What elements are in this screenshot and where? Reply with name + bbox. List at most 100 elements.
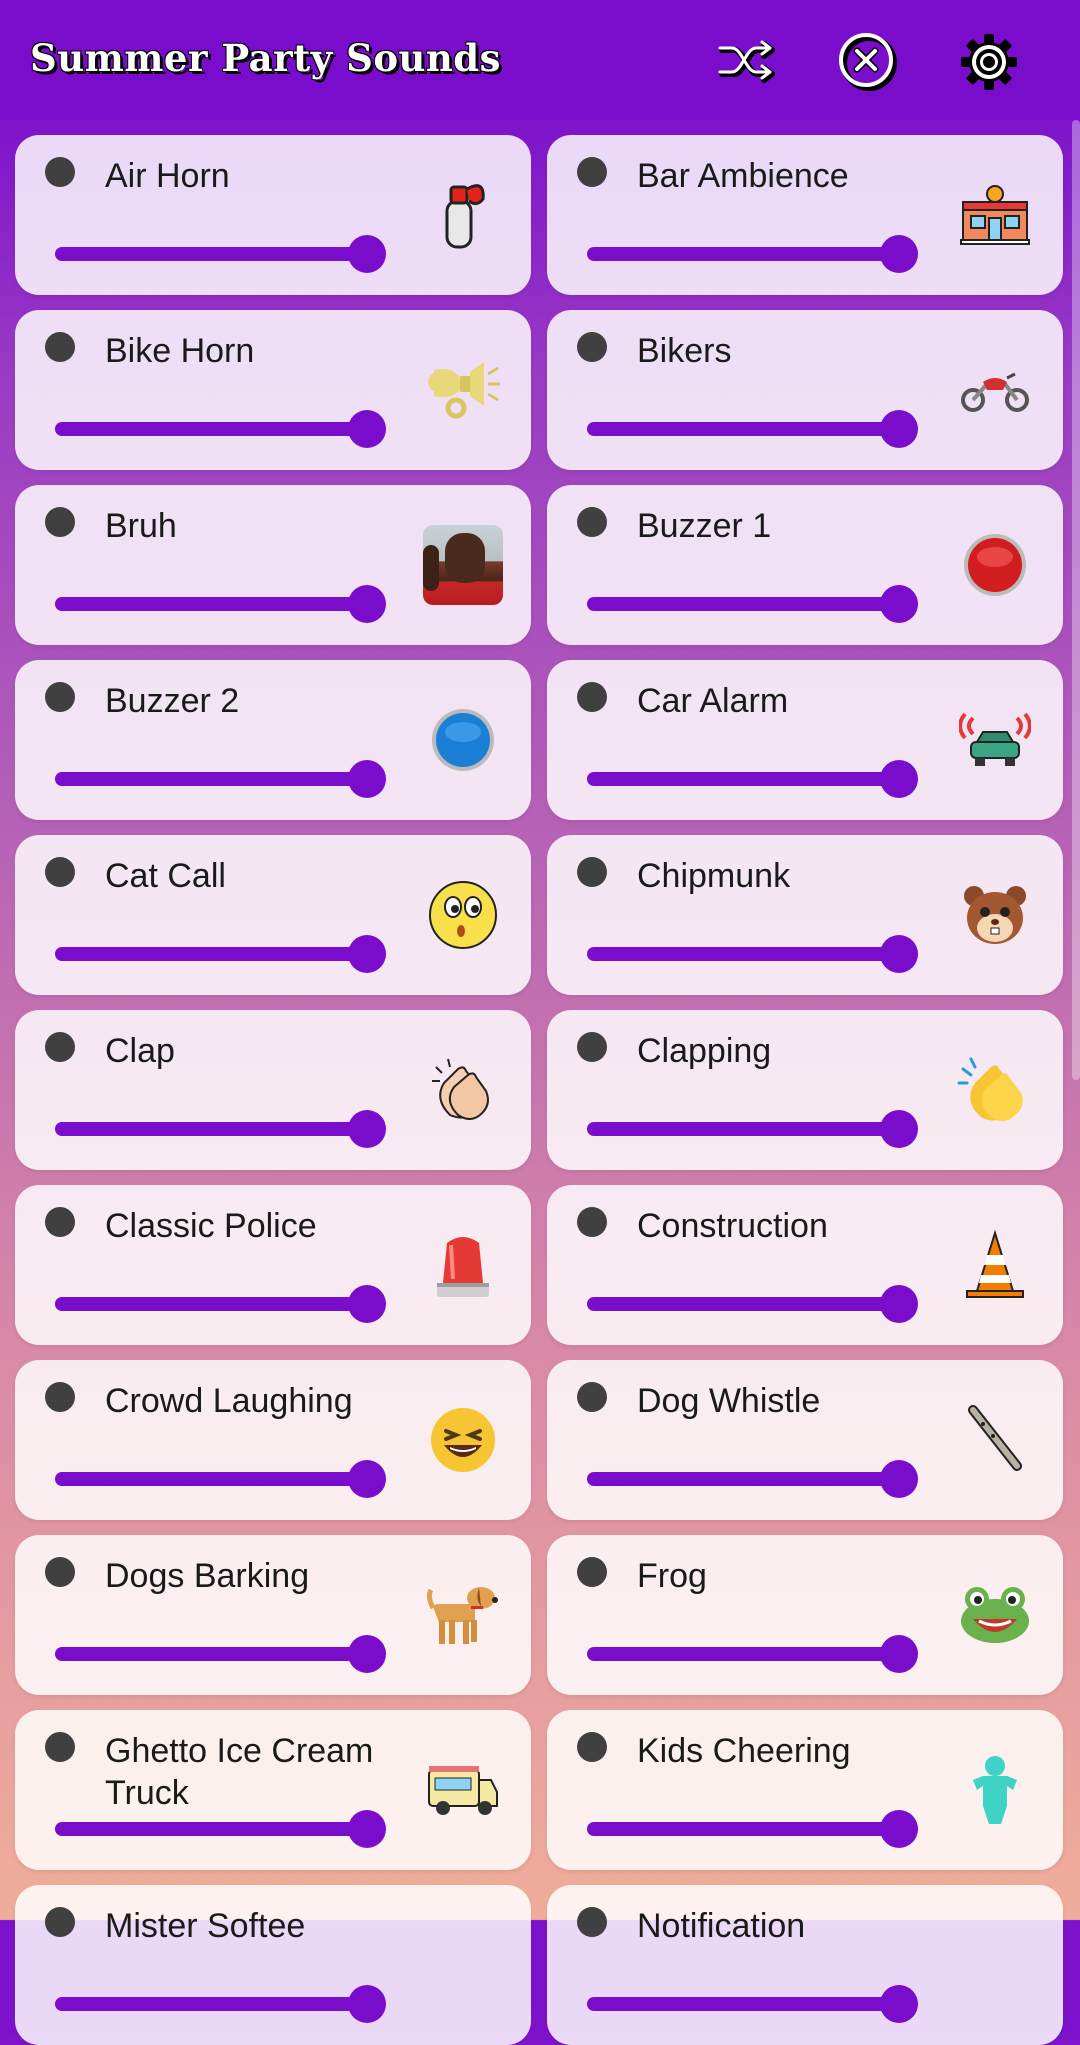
sound-card[interactable]: Air Horn [15,135,531,295]
volume-slider[interactable] [587,947,899,961]
sound-card[interactable]: Classic Police [15,1185,531,1345]
sound-card[interactable]: Clap [15,1010,531,1170]
sound-label: Clap [105,1032,175,1070]
playing-indicator [577,857,607,887]
sound-card[interactable]: Mister Softee [15,1885,531,2045]
bike-horn-icon [423,350,503,430]
playing-indicator [45,507,75,537]
sound-label: Dog Whistle [637,1382,821,1420]
playing-indicator [577,1032,607,1062]
sound-card[interactable]: Bar Ambience [547,135,1063,295]
playing-indicator [45,1732,75,1762]
sound-card[interactable]: Car Alarm [547,660,1063,820]
volume-slider[interactable] [55,947,367,961]
sound-label: Classic Police [105,1207,317,1245]
volume-slider-thumb[interactable] [348,935,386,973]
sound-label: Construction [637,1207,828,1245]
sound-label: Kids Cheering [637,1732,851,1770]
volume-slider[interactable] [55,772,367,786]
volume-slider-thumb[interactable] [880,1110,918,1148]
volume-slider[interactable] [587,422,899,436]
volume-slider-thumb[interactable] [348,760,386,798]
volume-slider-thumb[interactable] [348,1810,386,1848]
police-siren-icon [423,1225,503,1305]
volume-slider-thumb[interactable] [880,410,918,448]
playing-indicator [45,857,75,887]
shuffle-button[interactable] [714,28,782,96]
volume-slider-thumb[interactable] [348,585,386,623]
sound-card[interactable]: Notification [547,1885,1063,2045]
volume-slider[interactable] [587,1472,899,1486]
volume-slider[interactable] [55,597,367,611]
volume-slider-thumb[interactable] [880,760,918,798]
sound-card[interactable]: Bikers [547,310,1063,470]
sound-card[interactable]: Bruh [15,485,531,645]
playing-indicator [577,1382,607,1412]
scrollbar[interactable] [1072,120,1080,1080]
volume-slider[interactable] [587,1122,899,1136]
volume-slider[interactable] [55,1997,367,2011]
volume-slider[interactable] [55,1822,367,1836]
volume-slider-thumb[interactable] [348,1285,386,1323]
sound-label: Bar Ambience [637,157,849,195]
volume-slider[interactable] [587,772,899,786]
volume-slider-thumb[interactable] [880,1810,918,1848]
volume-slider-thumb[interactable] [880,1635,918,1673]
chipmunk-icon [955,875,1035,955]
volume-slider[interactable] [55,1297,367,1311]
sound-card[interactable]: Chipmunk [547,835,1063,995]
clap-hands-icon [423,1050,503,1130]
sound-card[interactable]: Dog Whistle [547,1360,1063,1520]
sound-card[interactable]: Cat Call [15,835,531,995]
car-alarm-icon [955,700,1035,780]
volume-slider[interactable] [55,247,367,261]
volume-slider[interactable] [587,1647,899,1661]
settings-button[interactable] [955,28,1023,96]
volume-slider-thumb[interactable] [348,1460,386,1498]
sound-card[interactable]: Clapping [547,1010,1063,1170]
volume-slider-thumb[interactable] [880,935,918,973]
volume-slider[interactable] [55,1122,367,1136]
volume-slider[interactable] [587,1297,899,1311]
ice-cream-truck-icon [423,1750,503,1830]
volume-slider-thumb[interactable] [880,1285,918,1323]
volume-slider-thumb[interactable] [348,410,386,448]
volume-slider[interactable] [587,1997,899,2011]
sound-card[interactable]: Construction [547,1185,1063,1345]
stop-all-button[interactable] [834,28,902,96]
gear-icon [961,34,1017,90]
volume-slider[interactable] [587,1822,899,1836]
sound-card[interactable]: Dogs Barking [15,1535,531,1695]
volume-slider-thumb[interactable] [348,235,386,273]
volume-slider[interactable] [55,1647,367,1661]
volume-slider[interactable] [587,597,899,611]
sound-card[interactable]: Kids Cheering [547,1710,1063,1870]
sound-card[interactable]: Frog [547,1535,1063,1695]
volume-slider[interactable] [55,422,367,436]
volume-slider-thumb[interactable] [348,1635,386,1673]
volume-slider[interactable] [55,1472,367,1486]
sound-card[interactable]: Buzzer 1 [547,485,1063,645]
sound-label: Bike Horn [105,332,255,370]
sound-label: Air Horn [105,157,230,195]
playing-indicator [577,682,607,712]
playing-indicator [45,1557,75,1587]
volume-slider-thumb[interactable] [348,1985,386,2023]
sound-label: Notification [637,1907,806,1945]
playing-indicator [45,682,75,712]
volume-slider[interactable] [587,247,899,261]
sound-card[interactable]: Ghetto Ice Cream Truck [15,1710,531,1870]
sound-label: Chipmunk [637,857,791,895]
volume-slider-thumb[interactable] [880,235,918,273]
playing-indicator [45,1032,75,1062]
sound-card[interactable]: Buzzer 2 [15,660,531,820]
volume-slider-thumb[interactable] [880,1460,918,1498]
sound-card[interactable]: Bike Horn [15,310,531,470]
air-horn-icon [423,175,503,255]
dog-icon [423,1575,503,1655]
volume-slider-thumb[interactable] [880,585,918,623]
sound-card[interactable]: Crowd Laughing [15,1360,531,1520]
stop-all-icon [839,33,897,91]
volume-slider-thumb[interactable] [880,1985,918,2023]
volume-slider-thumb[interactable] [348,1110,386,1148]
